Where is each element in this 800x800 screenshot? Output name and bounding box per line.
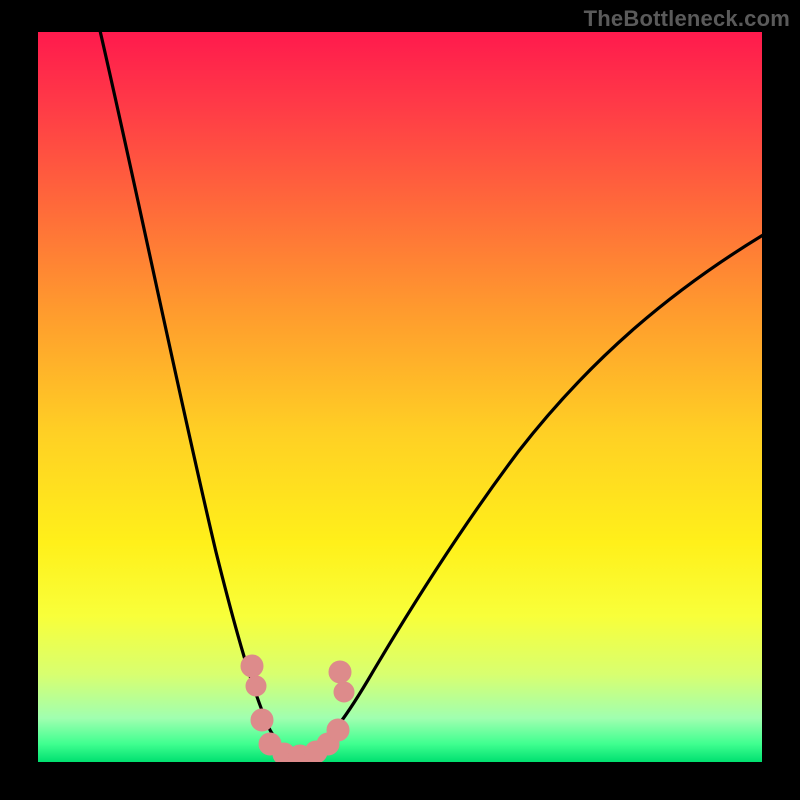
plot-area [38, 32, 762, 762]
highlighted-points [241, 655, 354, 762]
bottleneck-curves [38, 32, 762, 762]
curve-right-branch [306, 232, 762, 756]
curve-left-branch [98, 32, 294, 756]
watermark-text: TheBottleneck.com [584, 6, 790, 32]
chart-frame: TheBottleneck.com [0, 0, 800, 800]
